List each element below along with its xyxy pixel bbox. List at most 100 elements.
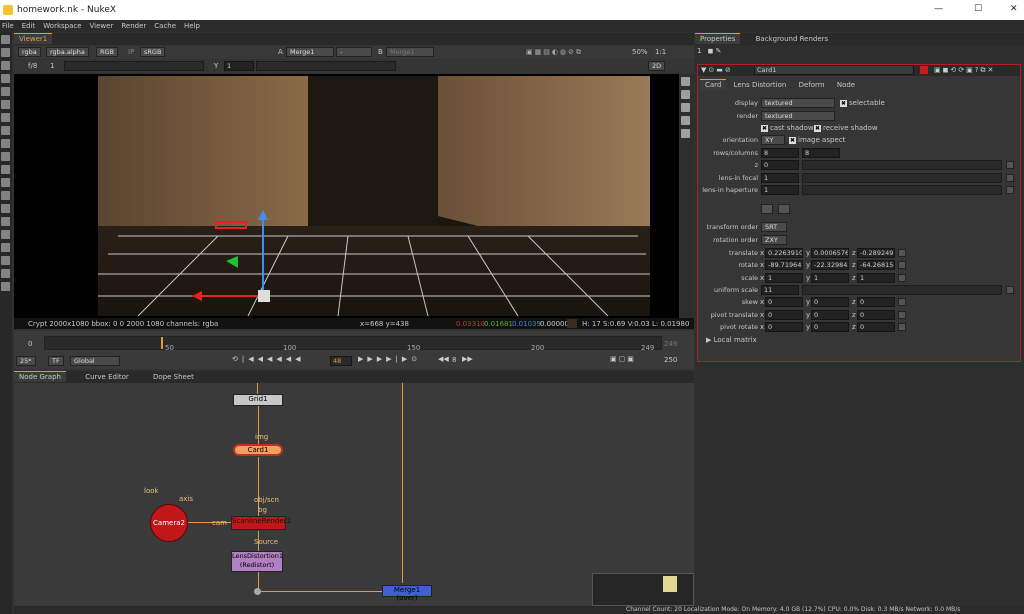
pivot-translate-animation-button[interactable]: [898, 311, 906, 319]
3d-tool-icon[interactable]: [1, 152, 10, 161]
step-field[interactable]: 8: [452, 356, 456, 364]
step-back-button[interactable]: ◀◀: [438, 355, 449, 363]
node-header-buttons[interactable]: ▣◼⟲⟳▣?⧉✕: [934, 66, 995, 75]
translate-x-field[interactable]: 0.22639109: [765, 248, 803, 258]
rotation-order-dropdown[interactable]: ZXY: [761, 235, 787, 245]
minimize-button[interactable]: —: [934, 4, 943, 14]
lens-focal-animation-button[interactable]: [1006, 174, 1014, 182]
subtab-node[interactable]: Node: [832, 80, 860, 91]
translate-y-field[interactable]: 0.00065768: [811, 248, 849, 258]
composite-dropdown[interactable]: -: [336, 47, 372, 57]
menu-cache[interactable]: Cache: [154, 22, 176, 30]
keyer-tool-icon[interactable]: [1, 113, 10, 122]
tab-dope-sheet[interactable]: Dope Sheet: [148, 372, 199, 383]
pivot-rotate-animation-button[interactable]: [898, 323, 906, 331]
object-select-icon[interactable]: [681, 116, 690, 125]
pivot-rotate-x-field[interactable]: 0: [765, 322, 803, 332]
translate-z-field[interactable]: -0.28924939: [857, 248, 895, 258]
node-graph-canvas[interactable]: Grid1 img Card1 look axis Camera2 obj/sc…: [14, 383, 694, 606]
menu-viewer[interactable]: Viewer: [90, 22, 114, 30]
rows-field[interactable]: 8: [761, 148, 799, 158]
skew-x-field[interactable]: 0: [765, 297, 803, 307]
current-frame-field[interactable]: 48: [330, 356, 352, 366]
skew-y-field[interactable]: 0: [811, 297, 849, 307]
receive-shadow-checkbox[interactable]: ✖ receive shadow: [814, 124, 878, 132]
merge-tool-icon[interactable]: [1, 126, 10, 135]
colorspace-dropdown[interactable]: sRGB: [140, 47, 166, 57]
scale-x-field[interactable]: 1: [765, 273, 803, 283]
transport-controls[interactable]: ⟲|◀◀◀◀◀◀: [232, 355, 305, 363]
plugins-tool-icon[interactable]: [1, 282, 10, 291]
tab-viewer1[interactable]: Viewer1: [14, 33, 53, 44]
particles-tool-icon[interactable]: [1, 191, 10, 200]
play-forward-controls[interactable]: ▶▶▶▶|▶⊙: [358, 355, 421, 363]
tab-background-renders[interactable]: Background Renders: [751, 34, 834, 45]
scale-y-field[interactable]: 1: [811, 273, 849, 283]
local-matrix-toggle[interactable]: ▶ Local matrix: [706, 336, 757, 344]
tab-properties[interactable]: Properties: [695, 33, 741, 44]
cache-icons[interactable]: ▣▢▣: [610, 355, 636, 363]
graph-navigator[interactable]: [592, 573, 694, 606]
toolsets-tool-icon[interactable]: [1, 217, 10, 226]
pivot-rotate-y-field[interactable]: 0: [811, 322, 849, 332]
orientation-dropdown[interactable]: XY: [761, 135, 785, 145]
metadata-tool-icon[interactable]: [1, 178, 10, 187]
scanline-node[interactable]: ScanlineRender2: [231, 516, 291, 530]
menu-edit[interactable]: Edit: [22, 22, 36, 30]
pivot-rotate-z-field[interactable]: 0: [857, 322, 895, 332]
maximize-button[interactable]: ☐: [974, 4, 982, 14]
timeline-scrubber[interactable]: 50 100 150 200 249: [44, 336, 662, 352]
skew-z-field[interactable]: 0: [857, 297, 895, 307]
uniform-scale-field[interactable]: 11: [761, 285, 799, 295]
lens-focal-slider[interactable]: [802, 173, 1002, 183]
fps-dropdown[interactable]: 25*: [16, 356, 36, 366]
display-dropdown[interactable]: textured: [761, 98, 835, 108]
gain-slider[interactable]: [64, 61, 204, 71]
camera-node[interactable]: Camera2: [150, 504, 188, 542]
channel-tool-icon[interactable]: [1, 74, 10, 83]
time-tool-icon[interactable]: [1, 61, 10, 70]
global-dropdown[interactable]: Global: [70, 356, 120, 366]
rotate-y-field[interactable]: -22.3298454: [811, 260, 849, 270]
end-frame-field[interactable]: 250: [664, 356, 677, 364]
node-name-field[interactable]: Card1: [754, 65, 914, 75]
rotate-x-field[interactable]: -89.7196428: [765, 260, 803, 270]
select-tool-icon[interactable]: [681, 77, 690, 86]
lens-focal-field[interactable]: 1: [761, 173, 799, 183]
merge-node[interactable]: Merge1 (over): [382, 585, 432, 602]
image-aspect-checkbox[interactable]: ✖ image aspect: [789, 136, 845, 144]
gamma-value[interactable]: 1: [224, 61, 254, 71]
deep-tool-icon[interactable]: [1, 204, 10, 213]
properties-toolbar-icons[interactable]: 1 ◼✎: [697, 47, 737, 57]
subtab-lens-distortion[interactable]: Lens Distortion: [729, 80, 792, 91]
vertex-select-icon[interactable]: [681, 90, 690, 99]
subtab-card[interactable]: Card: [700, 79, 727, 90]
pivot-translate-y-field[interactable]: 0: [811, 310, 849, 320]
views-tool-icon[interactable]: [1, 165, 10, 174]
lens-haperture-animation-button[interactable]: [1006, 186, 1014, 194]
color-tool-icon[interactable]: [1, 87, 10, 96]
tab-node-graph[interactable]: Node Graph: [14, 371, 66, 382]
pivot-translate-x-field[interactable]: 0: [765, 310, 803, 320]
scale-animation-button[interactable]: [898, 274, 906, 282]
playhead[interactable]: [161, 337, 163, 349]
gamma-slider[interactable]: [256, 61, 396, 71]
uniform-scale-slider[interactable]: [802, 285, 1002, 295]
viewer-canvas[interactable]: [14, 74, 679, 318]
rgb-dropdown[interactable]: RGB: [96, 47, 119, 57]
lens-haperture-field[interactable]: 1: [761, 185, 799, 195]
rotate-animation-button[interactable]: [898, 261, 906, 269]
rotate-z-field[interactable]: -64.2681503: [857, 260, 895, 270]
filter-tool-icon[interactable]: [1, 100, 10, 109]
node-color-button[interactable]: [920, 66, 928, 74]
menu-render[interactable]: Render: [121, 22, 146, 30]
zoom-dropdown[interactable]: 50%: [632, 48, 648, 56]
tf-dropdown[interactable]: TF: [48, 356, 64, 366]
lens-distortion-node[interactable]: LensDistortion1 (Redistort): [231, 551, 283, 572]
alpha-dropdown[interactable]: rgba.alpha: [46, 47, 89, 57]
columns-field[interactable]: 8: [802, 148, 840, 158]
dot-node[interactable]: [254, 588, 261, 595]
face-select-icon[interactable]: [681, 103, 690, 112]
transform-tool-icon[interactable]: [1, 139, 10, 148]
menu-workspace[interactable]: Workspace: [43, 22, 81, 30]
